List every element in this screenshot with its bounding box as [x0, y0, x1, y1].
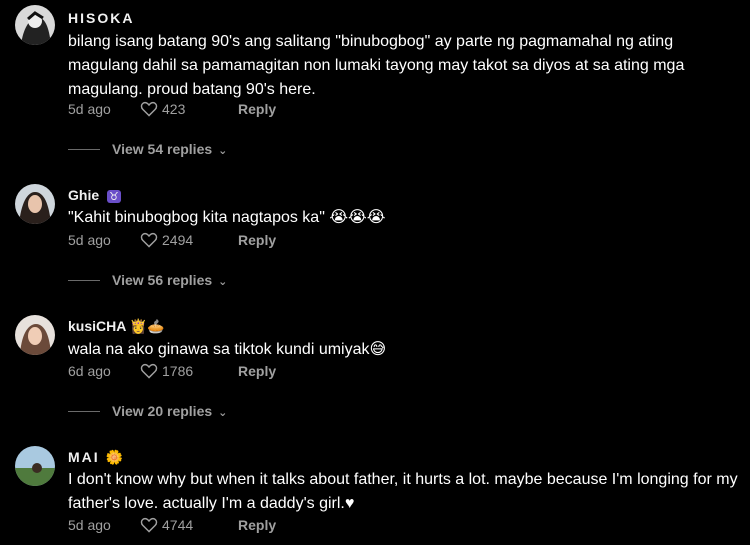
reply-button[interactable]: Reply — [238, 517, 276, 533]
heart-outline-icon — [140, 232, 158, 248]
heart-outline-icon — [140, 363, 158, 379]
comment-text: I don't know why but when it talks about… — [68, 471, 738, 512]
view-replies-button[interactable]: View 54 replies ⌄ — [68, 141, 227, 157]
zodiac-badge: ♉ — [107, 190, 121, 203]
chevron-down-icon: ⌄ — [218, 406, 228, 419]
heart-outline-icon — [140, 517, 158, 533]
heart-outline-icon — [140, 101, 158, 117]
view-replies-label: View 20 replies — [112, 403, 213, 419]
comment-text: bilang isang batang 90's ang salitang "b… — [68, 33, 685, 98]
avatar[interactable] — [15, 5, 55, 45]
divider — [68, 148, 100, 150]
reply-button[interactable]: Reply — [238, 232, 276, 248]
comment-meta: 6d ago 1786 Reply — [68, 363, 276, 379]
divider — [68, 410, 100, 412]
user-badge: 👸🥧 — [129, 319, 165, 335]
divider — [68, 279, 100, 281]
view-replies-label: View 54 replies — [112, 141, 213, 157]
comment-meta: 5d ago 4744 Reply — [68, 517, 276, 533]
view-replies-button[interactable]: View 20 replies ⌄ — [68, 403, 227, 419]
comment-time: 6d ago — [68, 363, 111, 379]
comment-time: 5d ago — [68, 517, 111, 533]
like-count: 4744 — [162, 517, 194, 533]
comment-username[interactable]: MAI 🌼 — [68, 449, 123, 466]
comment-username[interactable]: Ghie ♉ — [68, 187, 121, 203]
chevron-down-icon: ⌄ — [218, 144, 228, 157]
comment-time: 5d ago — [68, 101, 111, 117]
comment-username[interactable]: HISOKA — [68, 10, 134, 26]
comment-time: 5d ago — [68, 232, 111, 248]
comment-meta: 5d ago 423 Reply — [68, 101, 276, 117]
like-button[interactable]: 4744 — [140, 517, 238, 533]
like-button[interactable]: 2494 — [140, 232, 238, 248]
like-button[interactable]: 423 — [140, 101, 238, 117]
view-replies-button[interactable]: View 56 replies ⌄ — [68, 272, 227, 288]
flower-badge: 🌼 — [105, 450, 123, 466]
comment-username[interactable]: kusiCHA 👸🥧 — [68, 318, 165, 335]
like-count: 423 — [162, 101, 186, 117]
avatar[interactable] — [15, 315, 55, 355]
like-button[interactable]: 1786 — [140, 363, 238, 379]
chevron-down-icon: ⌄ — [218, 275, 228, 288]
view-replies-label: View 56 replies — [112, 272, 213, 288]
comment-text: "Kahit binubogbog kita nagtapos ka" 😭😭😭 — [68, 209, 386, 226]
reply-button[interactable]: Reply — [238, 363, 276, 379]
reply-button[interactable]: Reply — [238, 101, 276, 117]
avatar[interactable] — [15, 184, 55, 224]
comment-meta: 5d ago 2494 Reply — [68, 232, 276, 248]
like-count: 1786 — [162, 363, 194, 379]
comment-text: wala na ako ginawa sa tiktok kundi umiya… — [68, 341, 387, 358]
avatar[interactable] — [15, 446, 55, 486]
like-count: 2494 — [162, 232, 194, 248]
